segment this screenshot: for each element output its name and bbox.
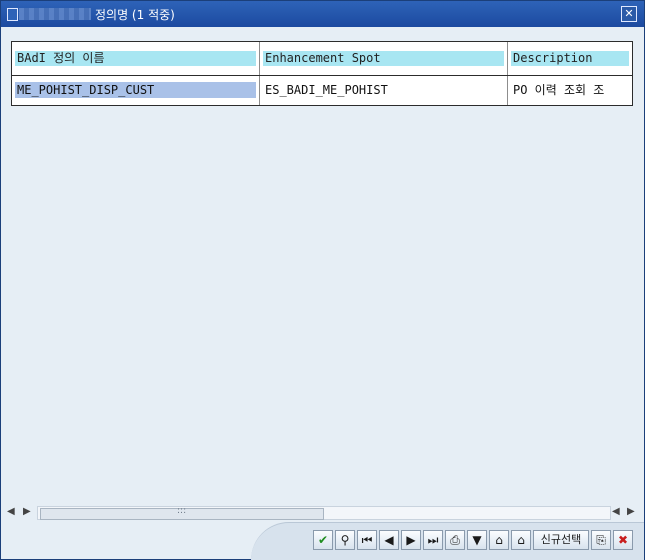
cell-badi-name[interactable]: ME_POHIST_DISP_CUST — [12, 76, 260, 105]
scroll-grip-icon: ::: — [177, 506, 187, 516]
cell-enhancement-spot[interactable]: ES_BADI_ME_POHIST — [260, 76, 508, 105]
filter-icon[interactable]: ▼ — [467, 530, 487, 550]
window-title: 정의명 (1 적중) — [95, 8, 175, 22]
title-bar: 정의명 (1 적중) ✕ — [1, 1, 644, 27]
new-selection-button[interactable]: 신규선택 — [533, 530, 589, 550]
previous-icon[interactable]: ◀ — [379, 530, 399, 550]
results-grid: BAdI 정의 이름 Enhancement Spot Description … — [11, 41, 633, 106]
scroll-left-icon[interactable]: ◀ — [612, 506, 620, 517]
binoculars-next-icon[interactable]: ⌂ — [511, 530, 531, 550]
cell-description[interactable]: PO 이력 조회 조 — [508, 76, 632, 105]
column-header-enhancement-spot[interactable]: Enhancement Spot — [260, 42, 508, 75]
scroll-thumb[interactable]: ::: — [40, 506, 324, 520]
check-icon[interactable]: ✔ — [313, 530, 333, 550]
window-icon — [7, 8, 18, 21]
copy-icon[interactable]: ⎘ — [591, 530, 611, 550]
table-row[interactable]: ME_POHIST_DISP_CUST ES_BADI_ME_POHIST PO… — [12, 76, 632, 105]
column-header-description[interactable]: Description — [508, 42, 632, 75]
cell-value: ES_BADI_ME_POHIST — [265, 83, 388, 97]
close-icon[interactable]: ✕ — [621, 6, 637, 22]
binoculars-icon[interactable]: ⌂ — [489, 530, 509, 550]
print-icon[interactable]: ⎙ — [445, 530, 465, 550]
title-redacted — [19, 8, 91, 20]
column-header-label: Description — [511, 51, 629, 66]
scroll-track[interactable]: ::: — [37, 506, 611, 520]
grid-header-row: BAdI 정의 이름 Enhancement Spot Description — [12, 42, 632, 76]
find-icon[interactable]: ⚲ — [335, 530, 355, 550]
cell-value: PO 이력 조회 조 — [513, 83, 605, 97]
cell-value: ME_POHIST_DISP_CUST — [15, 82, 256, 98]
last-page-icon[interactable]: ⏭ — [423, 530, 443, 550]
first-page-icon[interactable]: ⏮ — [357, 530, 377, 550]
scroll-right-icon[interactable]: ▶ — [627, 506, 635, 517]
dialog-content: BAdI 정의 이름 Enhancement Spot Description … — [1, 27, 644, 560]
scroll-left-icon[interactable]: ◀ — [7, 506, 15, 517]
cancel-icon[interactable]: ✖ — [613, 530, 633, 550]
column-header-label: Enhancement Spot — [263, 51, 504, 66]
horizontal-scrollbar[interactable]: ◀ ▶ ::: ◀ ▶ — [7, 504, 637, 520]
column-header-badi-name[interactable]: BAdI 정의 이름 — [12, 42, 260, 75]
column-header-label: BAdI 정의 이름 — [15, 51, 256, 66]
dialog-window: 정의명 (1 적중) ✕ BAdI 정의 이름 Enhancement Spot… — [0, 0, 645, 560]
scroll-right-icon[interactable]: ▶ — [23, 506, 31, 517]
dialog-toolbar: ✔ ⚲ ⏮ ◀ ▶ ⏭ ⎙ ▼ ⌂ ⌂ 신규선택 ⎘ ✖ — [313, 530, 633, 552]
next-icon[interactable]: ▶ — [401, 530, 421, 550]
